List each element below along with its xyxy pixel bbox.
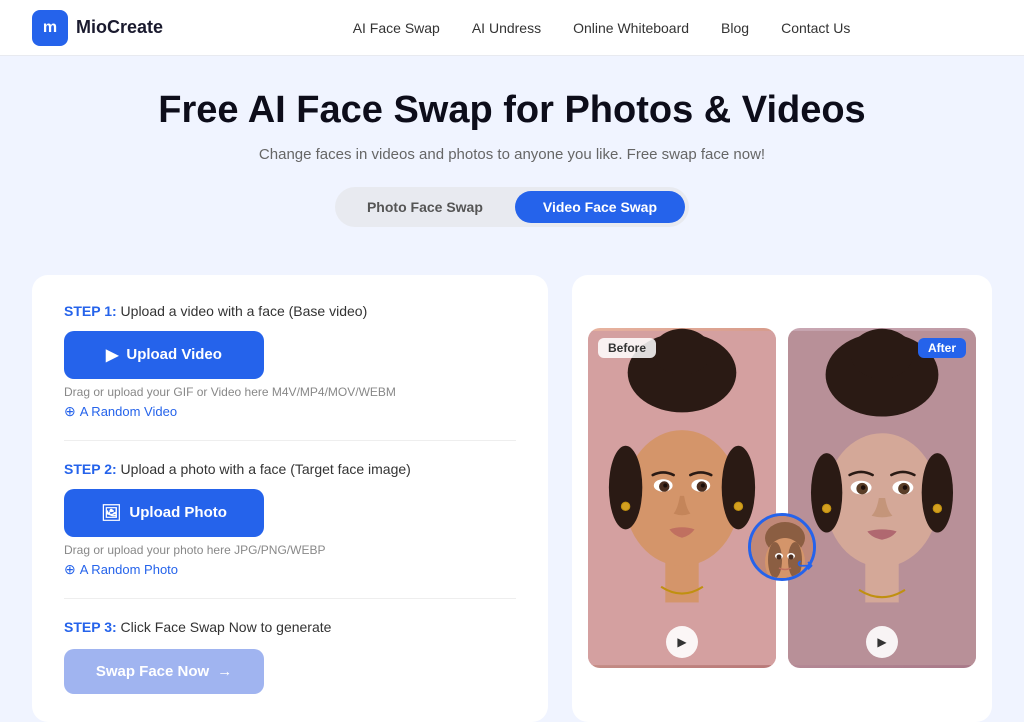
before-face xyxy=(588,328,776,668)
step3-label: STEP 3: Click Face Swap Now to generate xyxy=(64,619,516,635)
nav-contact[interactable]: Contact Us xyxy=(781,20,850,36)
upload-video-icon: ▶ xyxy=(106,345,118,365)
after-badge: After xyxy=(918,338,966,358)
main-content: STEP 1: Upload a video with a face (Base… xyxy=(0,275,1024,722)
after-play-button[interactable]: ▶ xyxy=(866,626,898,658)
random-video-link[interactable]: ⊕ A Random Video xyxy=(64,403,516,420)
before-badge: Before xyxy=(598,338,656,358)
step-divider-2 xyxy=(64,598,516,599)
nav-whiteboard[interactable]: Online Whiteboard xyxy=(573,20,689,36)
swap-face-now-button[interactable]: Swap Face Now → xyxy=(64,649,264,694)
swap-indicator: ↪ xyxy=(748,513,816,578)
tab-photo-face-swap[interactable]: Photo Face Swap xyxy=(339,191,511,223)
demo-images-wrap: Before ▶ xyxy=(588,328,976,668)
navigation: AI Face Swap AI Undress Online Whiteboar… xyxy=(211,20,992,36)
logo[interactable]: m MioCreate xyxy=(32,10,163,46)
nav-blog[interactable]: Blog xyxy=(721,20,749,36)
tab-group: Photo Face Swap Video Face Swap xyxy=(335,187,689,227)
step1-section: STEP 1: Upload a video with a face (Base… xyxy=(64,303,516,420)
swap-arrow-icon: ↪ xyxy=(797,553,814,578)
step2-label: STEP 2: Upload a photo with a face (Targ… xyxy=(64,461,516,477)
header: m MioCreate AI Face Swap AI Undress Onli… xyxy=(0,0,1024,56)
upload-photo-button[interactable]: 🖼 Upload Photo xyxy=(64,489,264,537)
upload-video-button[interactable]: ▶ Upload Video xyxy=(64,331,264,379)
upload-photo-icon: 🖼 xyxy=(101,503,121,523)
logo-icon: m xyxy=(32,10,68,46)
tab-video-face-swap[interactable]: Video Face Swap xyxy=(515,191,685,223)
upload-video-hint: Drag or upload your GIF or Video here M4… xyxy=(64,385,516,399)
page-title: Free AI Face Swap for Photos & Videos xyxy=(20,88,1004,134)
before-play-button[interactable]: ▶ xyxy=(666,626,698,658)
after-image: After ▶ xyxy=(788,328,976,668)
nav-ai-undress[interactable]: AI Undress xyxy=(472,20,541,36)
nav-ai-face-swap[interactable]: AI Face Swap xyxy=(353,20,440,36)
step2-section: STEP 2: Upload a photo with a face (Targ… xyxy=(64,461,516,578)
step1-label: STEP 1: Upload a video with a face (Base… xyxy=(64,303,516,319)
left-panel: STEP 1: Upload a video with a face (Base… xyxy=(32,275,548,722)
after-face xyxy=(788,328,976,668)
hero-section: Free AI Face Swap for Photos & Videos Ch… xyxy=(0,56,1024,275)
before-image: Before ▶ xyxy=(588,328,776,668)
step3-section: STEP 3: Click Face Swap Now to generate … xyxy=(64,619,516,694)
upload-photo-hint: Drag or upload your photo here JPG/PNG/W… xyxy=(64,543,516,557)
random-photo-link[interactable]: ⊕ A Random Photo xyxy=(64,561,516,578)
tab-toggle-wrap: Photo Face Swap Video Face Swap xyxy=(20,187,1004,227)
hero-subtitle: Change faces in videos and photos to any… xyxy=(20,146,1004,163)
demo-panel: Before ▶ xyxy=(572,275,992,722)
step-divider-1 xyxy=(64,440,516,441)
logo-text: MioCreate xyxy=(76,17,163,38)
